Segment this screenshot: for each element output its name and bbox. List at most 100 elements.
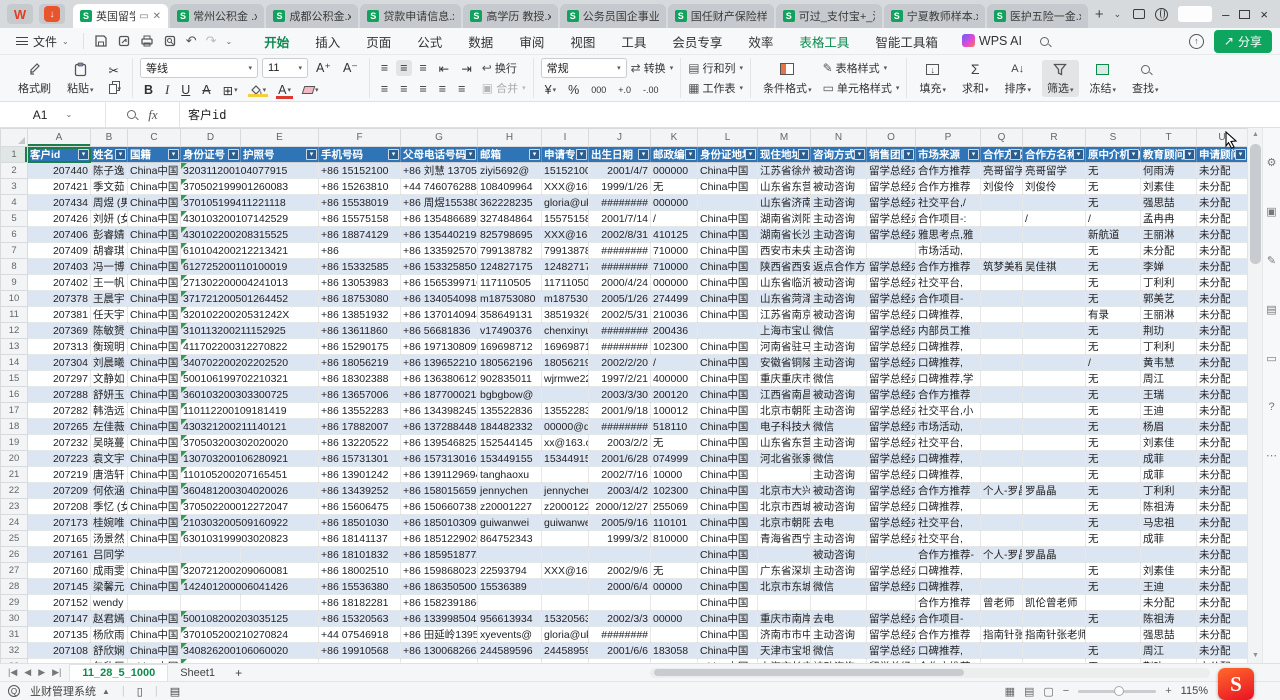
formula-input[interactable]: 客户id	[180, 102, 1280, 127]
cell-M18[interactable]: 电子科技大	[758, 419, 811, 435]
cell-K4[interactable]: 000000	[651, 195, 698, 211]
cell-T11[interactable]: 王丽淋	[1141, 307, 1197, 323]
cell-I31[interactable]: gloria@uk	[542, 627, 589, 643]
cell-L18[interactable]: China中国	[698, 419, 758, 435]
cell-D14[interactable]: 340702200202202520	[181, 355, 319, 371]
cell-I22[interactable]: jennychen	[542, 483, 589, 499]
cell-L29[interactable]: China中国	[698, 595, 758, 611]
cell-U17[interactable]: 未分配	[1197, 403, 1248, 419]
cell-C8[interactable]: China中国	[128, 259, 181, 275]
cell-T10[interactable]: 郭美艺	[1141, 291, 1197, 307]
cell-O8[interactable]: 留学总经办	[867, 259, 916, 275]
cell-R16[interactable]	[1023, 387, 1086, 403]
cell-N25[interactable]: 主动咨询	[811, 531, 867, 547]
menu-item-6[interactable]: 视图	[558, 28, 607, 55]
cell-Q23[interactable]	[981, 499, 1023, 515]
cell-N16[interactable]: 被动咨询	[811, 387, 867, 403]
cell-T20[interactable]: 成菲	[1141, 451, 1197, 467]
cell-R20[interactable]	[1023, 451, 1086, 467]
cell-N2[interactable]: 被动咨询	[811, 163, 867, 179]
layout-icon[interactable]	[1133, 9, 1145, 19]
cell-B17[interactable]: 韩浩远 (男	[91, 403, 128, 419]
cell-M22[interactable]: 北京市大兴	[758, 483, 811, 499]
cell-I14[interactable]: 180562196	[542, 355, 589, 371]
cell-Q4[interactable]	[981, 195, 1023, 211]
cell-C21[interactable]: China中国	[128, 467, 181, 483]
cell-Q15[interactable]	[981, 371, 1023, 387]
cell-T17[interactable]: 王迪	[1141, 403, 1197, 419]
export-icon[interactable]	[117, 34, 131, 48]
cell-L15[interactable]: China中国	[698, 371, 758, 387]
cell-T28[interactable]: 王迪	[1141, 579, 1197, 595]
cell-G29[interactable]: +86 15823918661	[401, 595, 478, 611]
cell-A12[interactable]: 207369	[28, 323, 91, 339]
cell-F11[interactable]: +86 13851932	[319, 307, 401, 323]
menu-item-10[interactable]: 表格工具	[787, 28, 861, 55]
cell-L27[interactable]: China中国	[698, 563, 758, 579]
cell-G3[interactable]: +44 7460762888	[401, 179, 478, 195]
cell-L2[interactable]: China中国	[698, 163, 758, 179]
cell-H28[interactable]: 15536389	[478, 579, 542, 595]
cell-A22[interactable]: 207209	[28, 483, 91, 499]
cell-J23[interactable]: 2000/12/27	[589, 499, 651, 515]
cell-N26[interactable]: 被动咨询	[811, 547, 867, 563]
increase-decimal-icon[interactable]: +.0	[614, 84, 635, 96]
filter-dropdown-icon[interactable]: ▾	[745, 149, 756, 160]
column-header-P[interactable]: P	[916, 129, 981, 147]
cell-B22[interactable]: 何依涵 (女	[91, 483, 128, 499]
print-preview-icon[interactable]	[163, 34, 177, 48]
cell-B24[interactable]: 桂婉唯 (女	[91, 515, 128, 531]
cell-O32[interactable]: 留学总经办	[867, 643, 916, 659]
cell-R31[interactable]: 指南针张老师	[1023, 627, 1086, 643]
row-header-13[interactable]: 13	[1, 339, 28, 355]
conditional-format-button[interactable]: 条件格式▾	[758, 60, 817, 97]
cell-S14[interactable]: /	[1086, 355, 1141, 371]
cell-N14[interactable]: 主动咨询	[811, 355, 867, 371]
header-cell-M1[interactable]: 现住地址▾	[758, 147, 811, 163]
cell-B26[interactable]: 吕同学	[91, 547, 128, 563]
search-icon[interactable]	[1040, 34, 1049, 49]
cell-B6[interactable]: 彭睿婧 (女	[91, 227, 128, 243]
cell-B16[interactable]: 舒妍玉 (女	[91, 387, 128, 403]
cell-A31[interactable]: 207135	[28, 627, 91, 643]
cell-A24[interactable]: 207173	[28, 515, 91, 531]
cell-P9[interactable]: 社交平台,	[916, 275, 981, 291]
cell-I2[interactable]: 151521001	[542, 163, 589, 179]
cell-S16[interactable]: 无	[1086, 387, 1141, 403]
header-cell-A1[interactable]: 客户id▾	[28, 147, 91, 163]
cell-T25[interactable]: 成菲	[1141, 531, 1197, 547]
cell-A13[interactable]: 207313	[28, 339, 91, 355]
filter-dropdown-icon[interactable]: ▾	[638, 149, 649, 160]
cell-A18[interactable]: 207265	[28, 419, 91, 435]
cell-K5[interactable]: /	[651, 211, 698, 227]
cell-L8[interactable]: China中国	[698, 259, 758, 275]
cell-G20[interactable]: +86 15731301691	[401, 451, 478, 467]
cell-B15[interactable]: 文静如 (女	[91, 371, 128, 387]
cell-C14[interactable]: China中国	[128, 355, 181, 371]
cell-A21[interactable]: 207219	[28, 467, 91, 483]
cell-N18[interactable]: 微信	[811, 419, 867, 435]
edit-pen-icon[interactable]: ✎	[1267, 254, 1276, 267]
cell-D17[interactable]: 110112200109181419	[181, 403, 319, 419]
cell-M31[interactable]: 济南市市中	[758, 627, 811, 643]
currency-icon[interactable]: ¥▾	[541, 82, 560, 98]
underline-button[interactable]: U	[177, 82, 194, 98]
cell-U7[interactable]: 未分配	[1197, 243, 1248, 259]
new-tab-button[interactable]: +	[1089, 6, 1110, 23]
cell-J3[interactable]: 1999/1/26	[589, 179, 651, 195]
cell-C6[interactable]: China中国	[128, 227, 181, 243]
cell-G5[interactable]: +86 13548668955	[401, 211, 478, 227]
cell-K19[interactable]: 无	[651, 435, 698, 451]
cell-M29[interactable]	[758, 595, 811, 611]
cell-U21[interactable]: 未分配	[1197, 467, 1248, 483]
font-size-select[interactable]: 11▾	[262, 58, 308, 78]
cell-C30[interactable]: China中国	[128, 611, 181, 627]
cell-D16[interactable]: 360103200303300725	[181, 387, 319, 403]
document-tab-9[interactable]: S医护五险一金.xlsx	[987, 4, 1088, 28]
align-left-icon[interactable]: ≡	[377, 81, 392, 97]
menu-item-11[interactable]: 智能工具箱	[863, 28, 950, 55]
header-cell-S1[interactable]: 原中介机构▾	[1086, 147, 1141, 163]
cell-A3[interactable]: 207421	[28, 179, 91, 195]
cell-R17[interactable]	[1023, 403, 1086, 419]
cell-R19[interactable]	[1023, 435, 1086, 451]
